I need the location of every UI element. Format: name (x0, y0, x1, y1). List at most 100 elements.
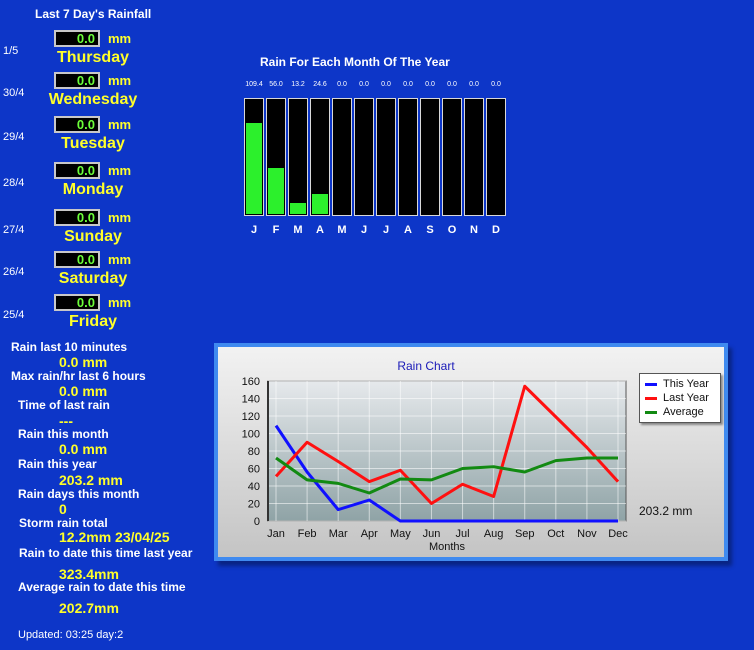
x-tick-label: Apr (361, 528, 378, 540)
month-bar-column (244, 98, 264, 216)
rain-chart-panel: Rain Chart 0 20 40 60 80 100 120 140 160 Jan Feb Ma… (214, 343, 728, 561)
day-name-label: Saturday (58, 270, 128, 287)
y-tick-label: 60 (248, 464, 260, 476)
month-bar-column (442, 98, 462, 216)
stat-label: Rain to date this time last year (19, 546, 193, 560)
stat-value: 0.0 mm (59, 354, 108, 370)
stat-label: Rain days this month (18, 487, 140, 501)
month-axis-label: M (293, 224, 303, 236)
day-name-label: Wednesday (48, 91, 138, 108)
month-value-label: 0.0 (403, 81, 413, 88)
month-axis-label: A (404, 224, 412, 236)
day-unit-label: mm (108, 210, 132, 225)
stat-label: Rain this year (18, 457, 97, 471)
month-axis-label: F (272, 224, 280, 236)
month-axis-label: J (250, 224, 258, 236)
y-tick-label: 40 (248, 481, 260, 493)
y-tick-label: 0 (254, 516, 260, 528)
month-value-label: 0.0 (469, 81, 479, 88)
day-date-label: 25/4 (3, 309, 25, 321)
rain-chart-title: Rain Chart (397, 359, 455, 373)
month-bar-column (266, 98, 286, 216)
day-unit-label: mm (108, 73, 132, 88)
stat-value: 12.2mm 23/04/25 (59, 529, 170, 545)
last-7-days-title: Last 7 Day's Rainfall (35, 7, 152, 21)
month-value-label: 0.0 (359, 81, 369, 88)
month-value-label: 13.2 (291, 81, 305, 88)
day-unit-label: mm (108, 163, 132, 178)
stat-label: Max rain/hr last 6 hours (11, 369, 146, 383)
legend-label: Last Year (663, 392, 709, 404)
month-value-label: 0.0 (491, 81, 501, 88)
month-bar-fill (246, 123, 262, 214)
month-bar-column (332, 98, 352, 216)
day-rain-value: 0.0 (54, 209, 100, 226)
legend-entry: Average (645, 405, 720, 419)
x-tick-label: Feb (298, 528, 317, 540)
year-total-annotation: 203.2 mm (639, 504, 693, 518)
y-tick-label: 140 (242, 394, 260, 406)
day-date-label: 27/4 (3, 224, 25, 236)
day-rain-value: 0.0 (54, 251, 100, 268)
stat-value: 0.0 mm (59, 441, 108, 457)
x-tick-label: Jan (267, 528, 285, 540)
month-value-label: 0.0 (337, 81, 347, 88)
month-bar-column (354, 98, 374, 216)
y-tick-label: 120 (242, 411, 260, 423)
monthly-chart-title: Rain For Each Month Of The Year (260, 55, 450, 69)
x-tick-label: Nov (577, 528, 597, 540)
day-rain-value: 0.0 (54, 294, 100, 311)
x-tick-label: Dec (608, 528, 628, 540)
day-name-label: Tuesday (61, 135, 125, 152)
month-bar-column (288, 98, 308, 216)
stat-value: 203.2 mm (59, 472, 123, 488)
month-value-label: 24.6 (313, 81, 327, 88)
day-unit-label: mm (108, 252, 132, 267)
month-axis-label: N (470, 224, 478, 236)
month-bar-column (464, 98, 484, 216)
day-rain-value: 0.0 (54, 30, 100, 47)
day-name-label: Sunday (64, 228, 122, 245)
day-rain-value: 0.0 (54, 162, 100, 179)
month-bar-fill (290, 203, 306, 214)
month-bar-column (486, 98, 506, 216)
x-tick-label: Jul (456, 528, 470, 540)
month-bar-column (420, 98, 440, 216)
day-date-label: 26/4 (3, 266, 25, 278)
month-bar-column (398, 98, 418, 216)
day-unit-label: mm (108, 117, 132, 132)
legend-swatch (645, 396, 657, 400)
x-tick-label: Mar (329, 528, 348, 540)
legend-swatch (645, 410, 657, 414)
legend-entry: Last Year (645, 391, 720, 405)
month-axis-label: J (382, 224, 390, 236)
day-date-label: 30/4 (3, 87, 25, 99)
stat-label: Storm rain total (19, 516, 108, 530)
day-name-label: Thursday (56, 49, 129, 66)
day-rain-value: 0.0 (54, 116, 100, 133)
stat-label: Rain last 10 minutes (11, 340, 128, 354)
day-date-label: 28/4 (3, 177, 25, 189)
month-bar-column (376, 98, 396, 216)
day-date-label: 1/5 (3, 45, 19, 57)
updated-text: Updated: 03:25 day:2 (18, 629, 124, 641)
stat-label: Average rain to date this time (18, 580, 186, 594)
stat-label: Rain this month (18, 427, 109, 441)
x-tick-label: May (390, 528, 411, 540)
day-date-label: 29/4 (3, 131, 25, 143)
day-rain-value: 0.0 (54, 72, 100, 89)
y-tick-label: 80 (248, 446, 260, 458)
x-tick-label: Oct (547, 528, 564, 540)
day-name-label: Monday (62, 181, 124, 198)
month-value-label: 0.0 (425, 81, 435, 88)
month-bar-fill (312, 194, 328, 214)
y-tick-label: 100 (242, 429, 260, 441)
month-axis-label: D (492, 224, 500, 236)
x-tick-label: Jun (423, 528, 441, 540)
month-value-label: 109.4 (245, 81, 263, 88)
stat-value: 202.7mm (59, 600, 119, 616)
month-axis-label: J (360, 224, 368, 236)
stat-label: Time of last rain (18, 398, 110, 412)
legend-label: Average (663, 406, 704, 418)
legend-label: This Year (663, 378, 709, 390)
